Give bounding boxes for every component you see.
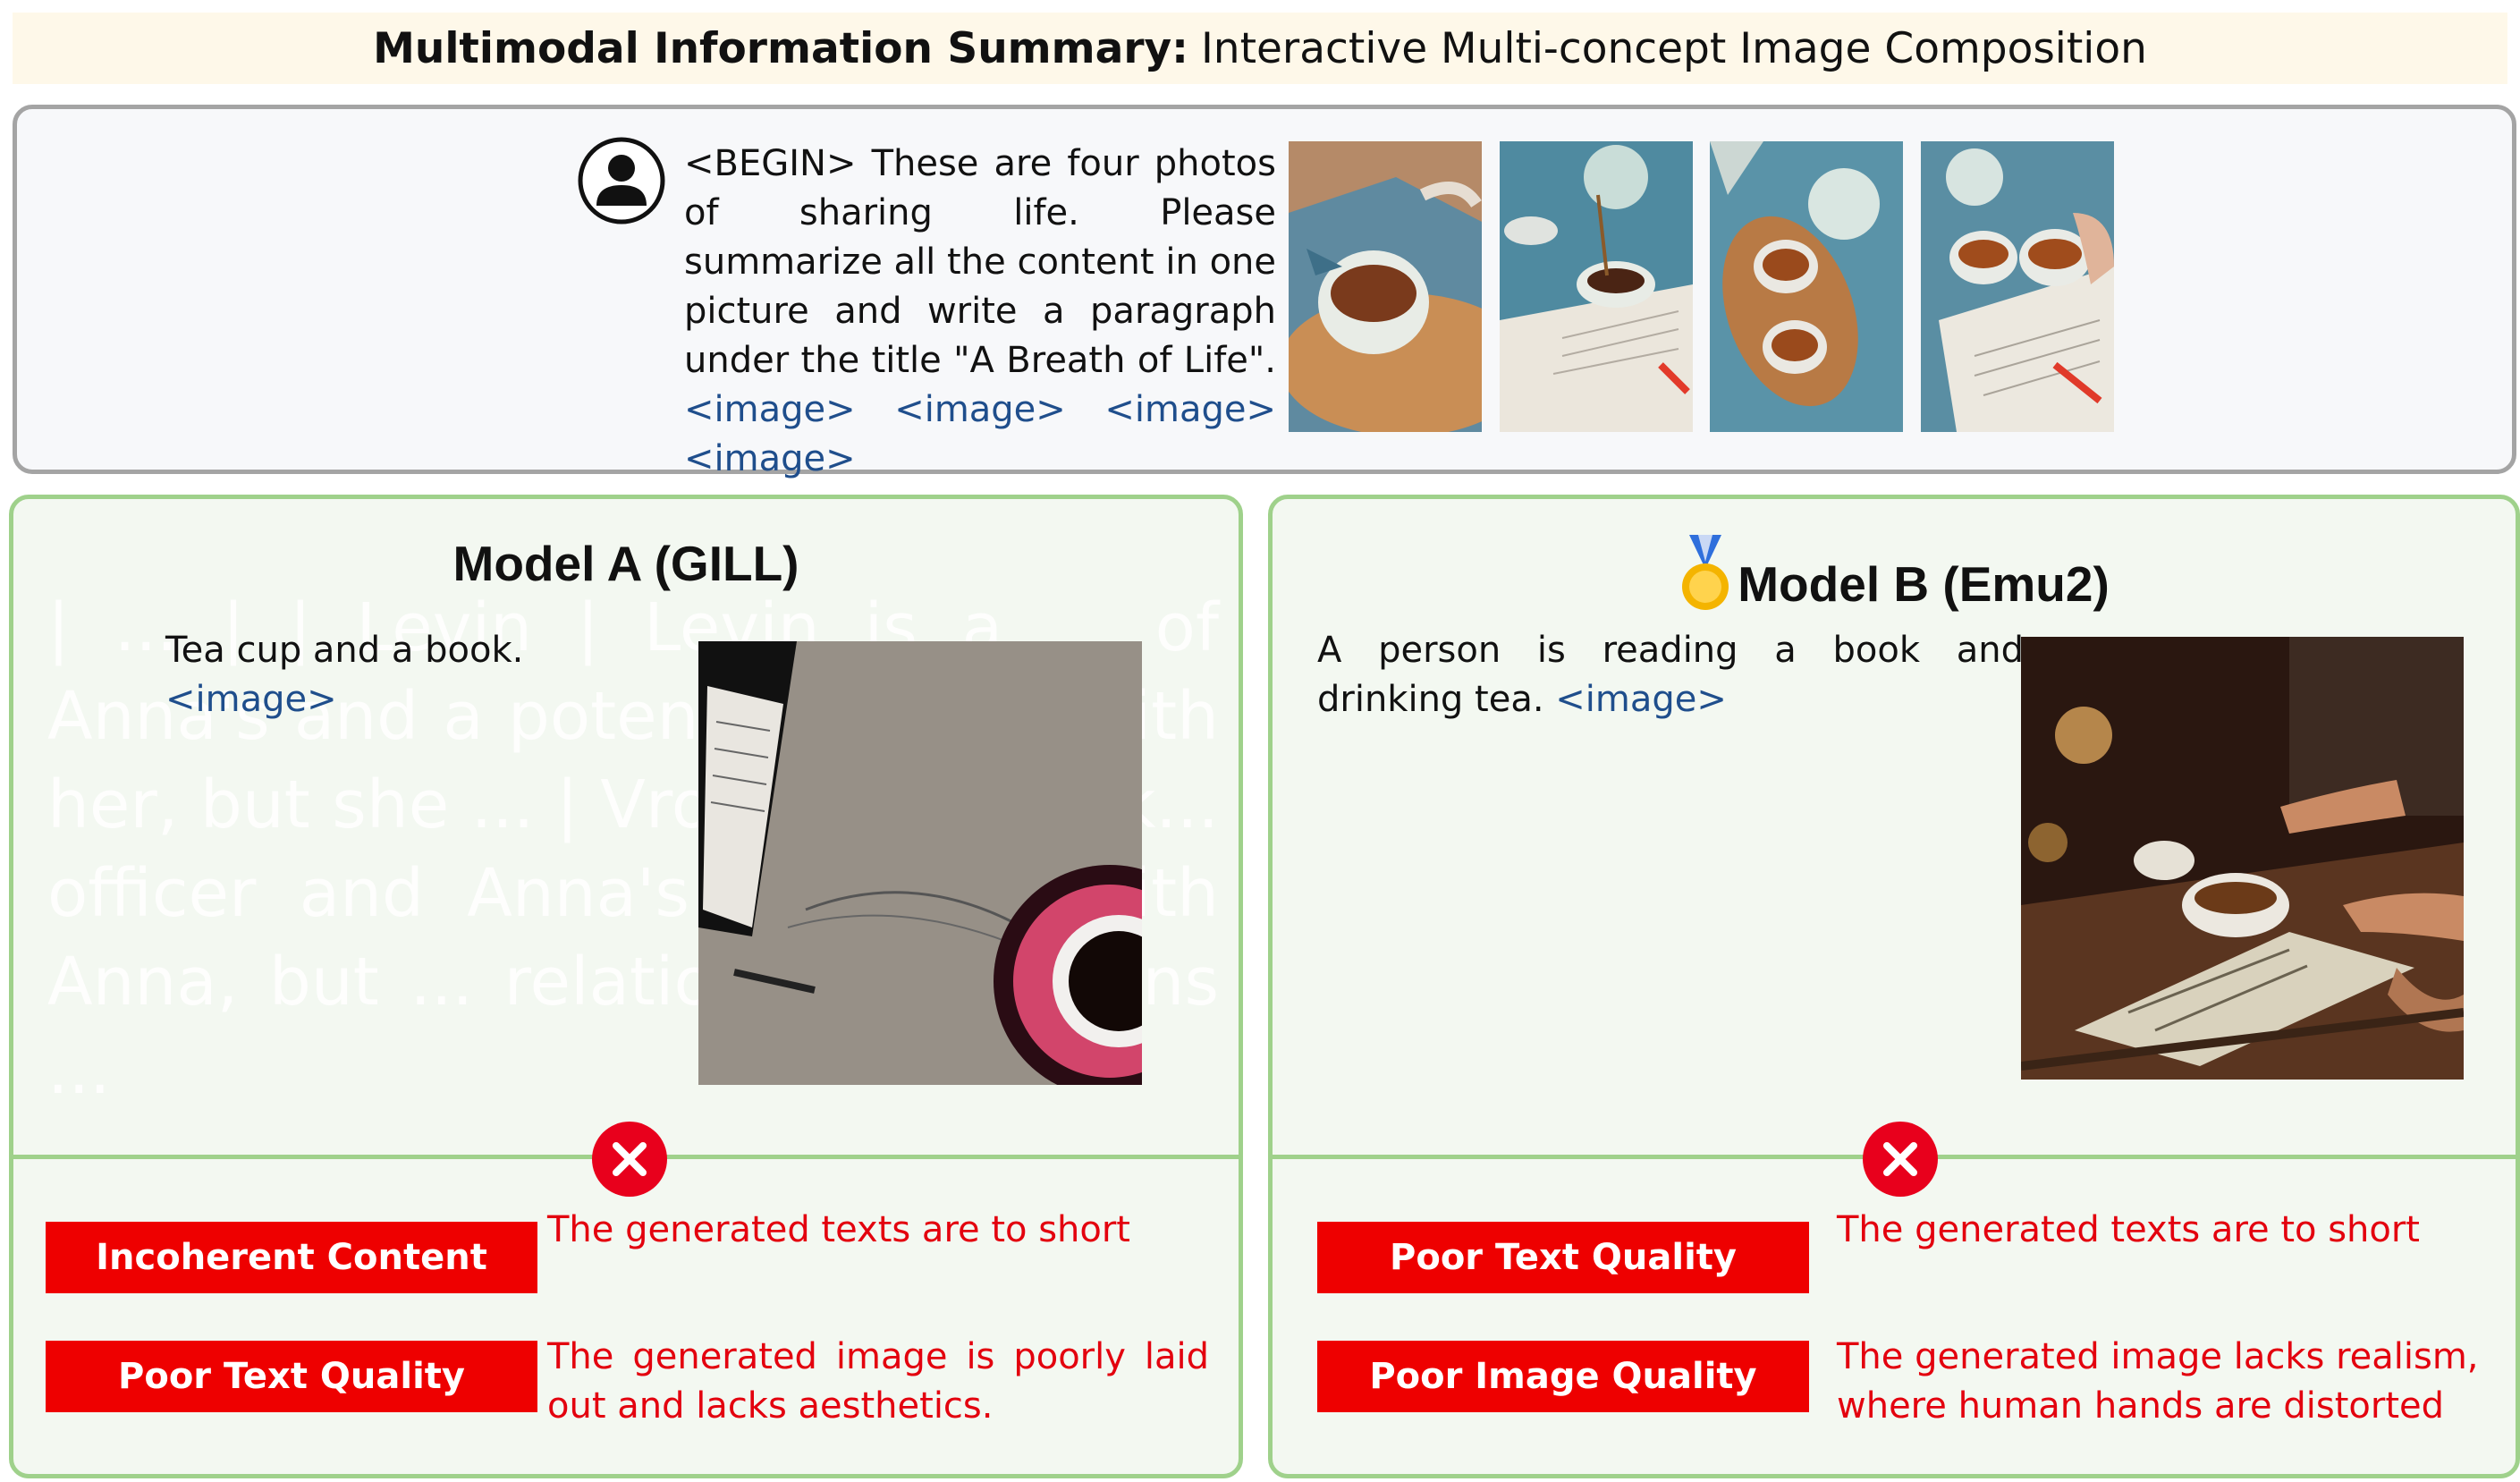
figure-title-bold: Multimodal Information Summary: (373, 23, 1188, 73)
figure-title-rest: Interactive Multi-concept Image Composit… (1200, 23, 2147, 73)
issue-reason: The generated image lacks realism, where… (1837, 1336, 2479, 1427)
model-b-title-row: Model B (Emu2) (1273, 535, 2516, 613)
input-photo-hand-cup-book (1921, 141, 2114, 432)
issue-tag: Poor Image Quality (1317, 1341, 1809, 1412)
figure-title: Multimodal Information Summary: Interact… (13, 13, 2507, 84)
image-token: <image> (684, 438, 856, 479)
model-b-generated-image (2021, 637, 2464, 1080)
model-b-panel: Model B (Emu2) A person is reading a boo… (1268, 495, 2520, 1478)
model-a-generated-image (698, 641, 1142, 1085)
prompt-text: <BEGIN> These are four photos of sharing… (684, 140, 1276, 484)
fail-x-icon (592, 1122, 667, 1197)
issue-tag: Poor Text Quality (1317, 1222, 1809, 1293)
issue-reason: The generated texts are to short (1837, 1209, 2420, 1250)
model-a-response: Tea cup and a book. <image> (165, 626, 702, 724)
model-a-response-text: Tea cup and a book. (165, 630, 524, 671)
prompt-box: <BEGIN> These are four photos of sharing… (13, 105, 2516, 479)
image-token: <image> (1104, 389, 1276, 430)
input-photo-tea-cup-tray (1289, 141, 1482, 432)
model-a-panel: | ... | | Levin | Levin is a ... of Anna… (9, 495, 1243, 1478)
image-token: <image> (1555, 679, 1727, 720)
model-b-title: Model B (Emu2) (1738, 556, 2110, 612)
image-token: <image> (684, 389, 856, 430)
issue-reason: The generated texts are to short (547, 1209, 1130, 1250)
user-avatar-icon (578, 137, 665, 224)
input-photo-teapot-pour (1500, 141, 1693, 432)
issue-tag: Poor Text Quality (46, 1341, 537, 1412)
image-token: <image> (165, 679, 337, 720)
image-token: <image> (894, 389, 1066, 430)
model-b-response: A person is reading a book and drinking … (1317, 626, 2024, 724)
input-photo-two-cups (1710, 141, 1903, 432)
gold-medal-icon (1682, 535, 1729, 610)
prompt-body: <BEGIN> These are four photos of sharing… (684, 143, 1276, 381)
model-a-title: Model A (GILL) (452, 536, 799, 591)
issue-tag: Incoherent Content (46, 1222, 537, 1293)
fail-x-icon (1863, 1122, 1938, 1197)
issue-reason: The generated image is poorly laid out a… (547, 1336, 1209, 1427)
